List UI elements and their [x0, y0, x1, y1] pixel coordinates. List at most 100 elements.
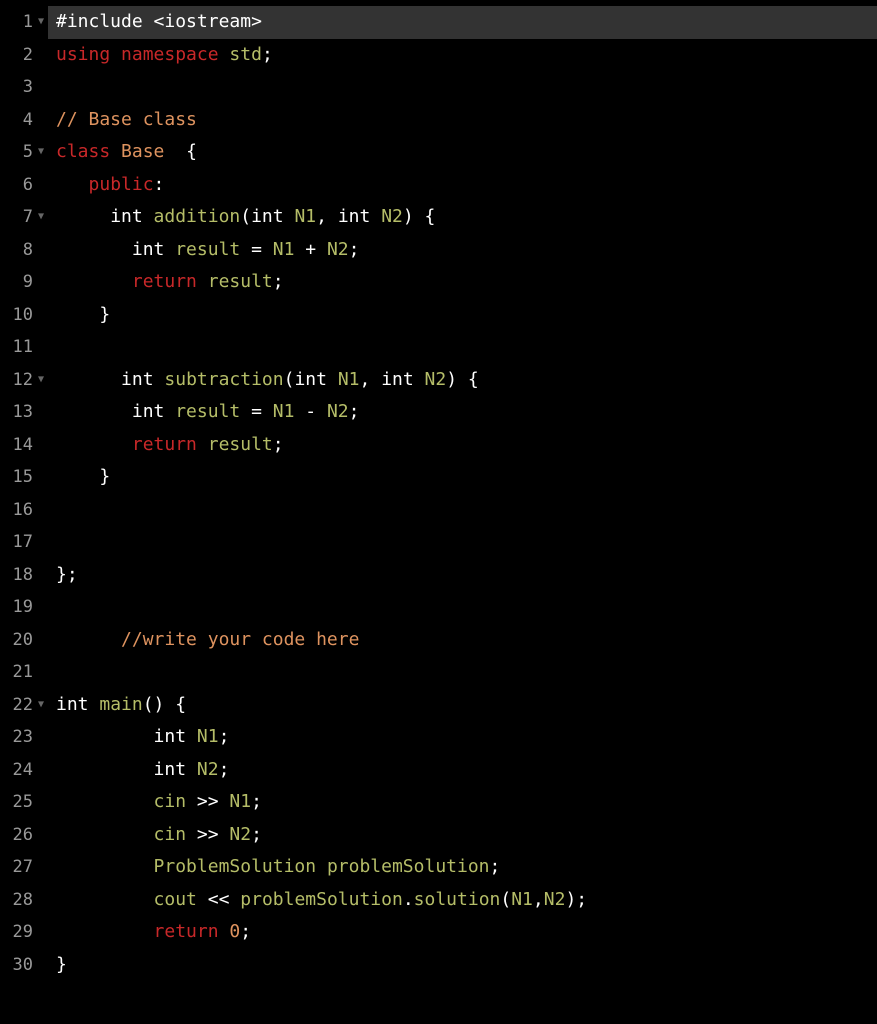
- code-token: ,: [533, 884, 544, 917]
- code-line[interactable]: cout << problemSolution.solution(N1,N2);: [48, 884, 877, 917]
- code-line[interactable]: ProblemSolution problemSolution;: [48, 851, 877, 884]
- gutter-line: 24: [0, 754, 44, 787]
- code-line[interactable]: int N1;: [48, 721, 877, 754]
- code-token: problemSolution: [327, 851, 490, 884]
- fold-marker-icon[interactable]: ▼: [36, 364, 44, 397]
- line-number: 14: [13, 429, 33, 462]
- line-number: 2: [23, 39, 33, 72]
- code-line[interactable]: // Base class: [48, 104, 877, 137]
- gutter-line: 25: [0, 786, 44, 819]
- code-token: [56, 721, 154, 754]
- code-token: [327, 364, 338, 397]
- code-token: namespace: [121, 39, 219, 72]
- code-line[interactable]: [48, 494, 877, 527]
- code-token: [414, 364, 425, 397]
- gutter-line: 28: [0, 884, 44, 917]
- code-token: result: [175, 396, 240, 429]
- code-token: <<: [197, 884, 240, 917]
- code-line[interactable]: [48, 71, 877, 104]
- fold-marker-icon[interactable]: ▼: [36, 6, 44, 39]
- line-number: 9: [23, 266, 33, 299]
- code-token: ) {: [446, 364, 479, 397]
- code-token: return: [132, 429, 197, 462]
- code-line[interactable]: cin >> N1;: [48, 786, 877, 819]
- gutter-line: 27: [0, 851, 44, 884]
- code-editor[interactable]: 1▼2345▼67▼89101112▼13141516171819202122▼…: [0, 0, 877, 1024]
- code-token: // Base class: [56, 104, 197, 137]
- code-token: N1: [197, 721, 219, 754]
- line-number: 11: [13, 331, 33, 364]
- code-token: [316, 851, 327, 884]
- code-line[interactable]: cin >> N2;: [48, 819, 877, 852]
- code-token: [56, 364, 121, 397]
- code-token: [56, 234, 132, 267]
- gutter-line: 22▼: [0, 689, 44, 722]
- code-line[interactable]: int N2;: [48, 754, 877, 787]
- code-line[interactable]: #include <iostream>: [48, 6, 877, 39]
- line-number: 21: [13, 656, 33, 689]
- code-line[interactable]: using namespace std;: [48, 39, 877, 72]
- code-line[interactable]: }: [48, 299, 877, 332]
- gutter-line: 9: [0, 266, 44, 299]
- code-token: [56, 754, 154, 787]
- code-line[interactable]: }: [48, 461, 877, 494]
- line-number: 17: [13, 526, 33, 559]
- line-number: 5: [23, 136, 33, 169]
- code-line[interactable]: [48, 526, 877, 559]
- code-token: int: [251, 201, 284, 234]
- code-line[interactable]: //write your code here: [48, 624, 877, 657]
- code-token: N2: [327, 234, 349, 267]
- code-token: (: [240, 201, 251, 234]
- fold-marker-icon[interactable]: ▼: [36, 689, 44, 722]
- code-token: ;: [240, 916, 251, 949]
- code-area[interactable]: #include <iostream>using namespace std; /…: [48, 6, 877, 1024]
- code-token: }: [56, 299, 110, 332]
- code-token: [56, 819, 154, 852]
- code-line[interactable]: [48, 331, 877, 364]
- code-line[interactable]: [48, 591, 877, 624]
- gutter-line: 14: [0, 429, 44, 462]
- gutter-line: 8: [0, 234, 44, 267]
- code-line[interactable]: }: [48, 949, 877, 982]
- code-token: int: [110, 201, 143, 234]
- line-number: 25: [13, 786, 33, 819]
- line-number: 20: [13, 624, 33, 657]
- code-line[interactable]: return result;: [48, 266, 877, 299]
- gutter-line: 5▼: [0, 136, 44, 169]
- code-token: int: [56, 689, 89, 722]
- code-token: ;: [349, 396, 360, 429]
- code-token: solution: [414, 884, 501, 917]
- line-number: 28: [13, 884, 33, 917]
- code-token: ,: [360, 364, 382, 397]
- code-line[interactable]: [48, 656, 877, 689]
- code-token: (: [500, 884, 511, 917]
- gutter-line: 30: [0, 949, 44, 982]
- code-line[interactable]: class Base {: [48, 136, 877, 169]
- code-line[interactable]: int main() {: [48, 689, 877, 722]
- code-line[interactable]: int addition(int N1, int N2) {: [48, 201, 877, 234]
- code-line[interactable]: return result;: [48, 429, 877, 462]
- code-token: [219, 39, 230, 72]
- code-line[interactable]: return 0;: [48, 916, 877, 949]
- code-token: >>: [186, 819, 229, 852]
- gutter-line: 3: [0, 71, 44, 104]
- code-line[interactable]: public:: [48, 169, 877, 202]
- fold-marker-icon[interactable]: ▼: [36, 201, 44, 234]
- code-line[interactable]: int result = N1 - N2;: [48, 396, 877, 429]
- fold-marker-icon[interactable]: ▼: [36, 136, 44, 169]
- code-token: N2: [327, 396, 349, 429]
- code-token: problemSolution: [240, 884, 403, 917]
- code-token: int: [154, 721, 187, 754]
- code-token: Base: [121, 136, 164, 169]
- code-token: ProblemSolution: [154, 851, 317, 884]
- code-line[interactable]: };: [48, 559, 877, 592]
- gutter-line: 21: [0, 656, 44, 689]
- code-token: [56, 429, 132, 462]
- code-token: return: [132, 266, 197, 299]
- gutter-line: 16: [0, 494, 44, 527]
- code-line[interactable]: int result = N1 + N2;: [48, 234, 877, 267]
- line-number: 15: [13, 461, 33, 494]
- code-token: N1: [273, 234, 295, 267]
- code-token: class: [56, 136, 110, 169]
- code-line[interactable]: int subtraction(int N1, int N2) {: [48, 364, 877, 397]
